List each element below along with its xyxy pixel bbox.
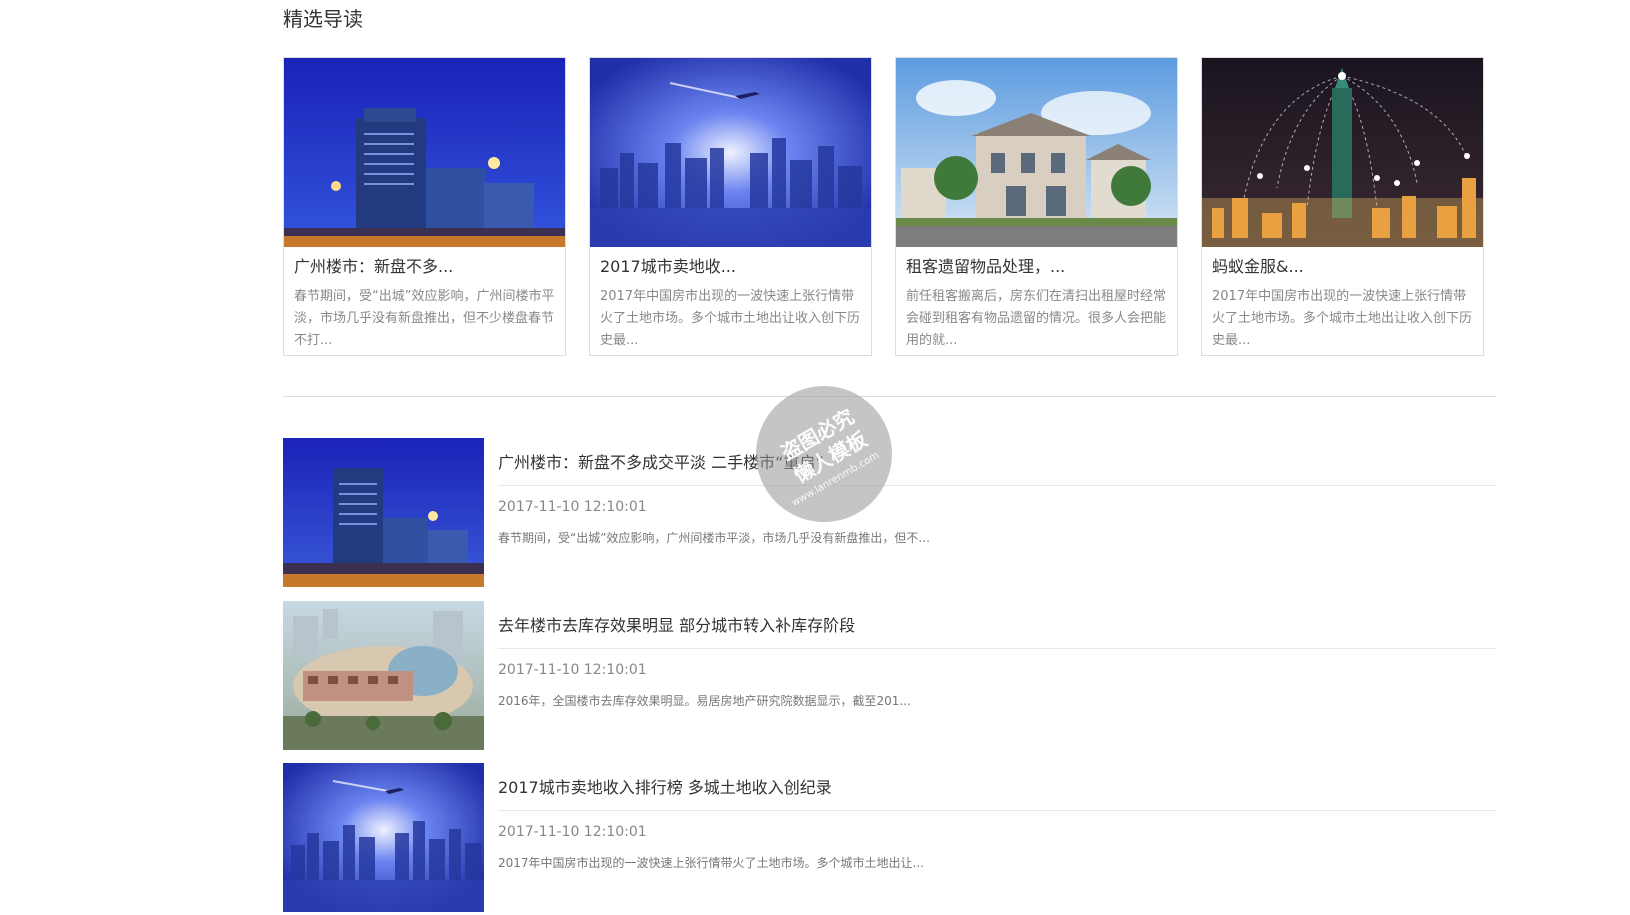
watermark-stamp: 盗图必究 懒人模板 www.lanrenmb.com [756, 386, 892, 522]
news-thumbnail[interactable] [283, 601, 484, 750]
section-divider [283, 396, 1496, 397]
card-title[interactable]: 租客遗留物品处理，... [906, 256, 1168, 278]
card-thumbnail[interactable] [590, 58, 871, 247]
news-thumbnail[interactable] [283, 763, 484, 912]
section-title: 精选导读 [283, 7, 363, 31]
card-title[interactable]: 2017城市卖地收... [600, 256, 862, 278]
card-description: 前任租客搬离后，房东们在清扫出租屋时经常会碰到租客有物品遗留的情况。很多人会把能… [906, 289, 1167, 348]
news-title[interactable]: 去年楼市去库存效果明显 部分城市转入补库存阶段 [498, 615, 855, 637]
title-underline [498, 810, 1496, 811]
card-thumbnail[interactable] [896, 58, 1177, 247]
news-list-item[interactable]: 去年楼市去库存效果明显 部分城市转入补库存阶段 2017-11-10 12:10… [283, 601, 1496, 753]
card-thumbnail[interactable] [1202, 58, 1483, 247]
title-underline [498, 648, 1496, 649]
card-description: 2017年中国房市出现的一波快速上张行情带火了土地市场。多个城市土地出让收入创下… [600, 289, 861, 348]
news-list-item[interactable]: 2017城市卖地收入排行榜 多城土地收入创纪录 2017-11-10 12:10… [283, 763, 1496, 915]
news-date: 2017-11-10 12:10:01 [498, 824, 647, 840]
news-summary: 2016年，全国楼市去库存效果明显。易居房地产研究院数据显示，截至201... [498, 694, 911, 708]
news-summary: 2017年中国房市出现的一波快速上张行情带火了土地市场。多个城市土地出让... [498, 856, 924, 870]
card-title[interactable]: 蚂蚁金服&... [1212, 256, 1474, 278]
news-thumbnail[interactable] [283, 438, 484, 587]
card-description: 2017年中国房市出现的一波快速上张行情带火了土地市场。多个城市土地出让收入创下… [1212, 289, 1473, 348]
card-title[interactable]: 广州楼市：新盘不多... [294, 256, 556, 278]
news-title[interactable]: 2017城市卖地收入排行榜 多城土地收入创纪录 [498, 777, 832, 799]
featured-card[interactable]: 2017城市卖地收... 2017年中国房市出现的一波快速上张行情带火了土地市场… [589, 57, 872, 356]
featured-card[interactable]: 租客遗留物品处理，... 前任租客搬离后，房东们在清扫出租屋时经常会碰到租客有物… [895, 57, 1178, 356]
featured-card[interactable]: 广州楼市：新盘不多... 春节期间，受“出城”效应影响，广州间楼市平淡，市场几乎… [283, 57, 566, 356]
card-thumbnail[interactable] [284, 58, 565, 247]
news-date: 2017-11-10 12:10:01 [498, 499, 647, 515]
news-date: 2017-11-10 12:10:01 [498, 662, 647, 678]
title-underline [498, 485, 1496, 486]
card-description: 春节期间，受“出城”效应影响，广州间楼市平淡，市场几乎没有新盘推出，但不少楼盘春… [294, 289, 555, 348]
news-summary: 春节期间，受“出城”效应影响，广州间楼市平淡，市场几乎没有新盘推出，但不... [498, 531, 930, 545]
featured-card[interactable]: 蚂蚁金服&... 2017年中国房市出现的一波快速上张行情带火了土地市场。多个城… [1201, 57, 1484, 356]
